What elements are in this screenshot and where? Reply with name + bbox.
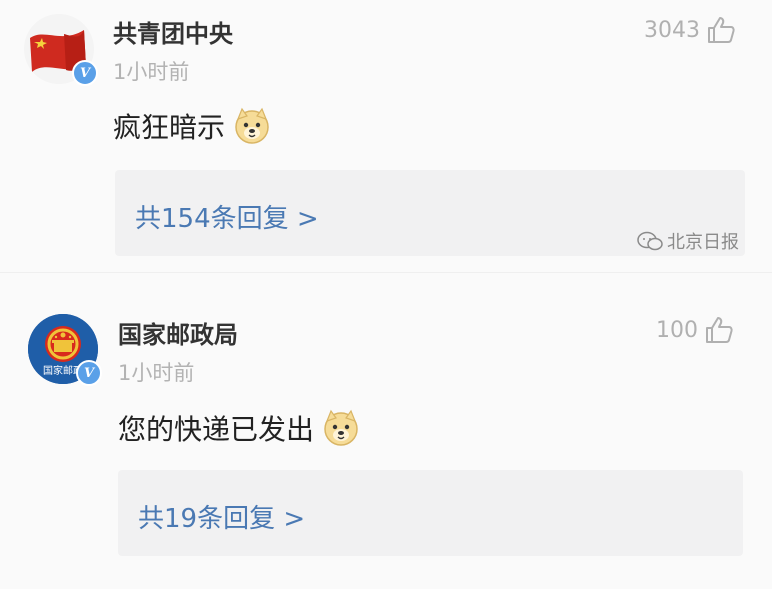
comment-text: 疯狂暗示 — [113, 106, 271, 146]
comment-time: 1小时前 — [118, 361, 195, 385]
replies-box[interactable]: 共19条回复 > — [118, 470, 743, 556]
comment-author[interactable]: 国家邮政局 — [118, 315, 238, 350]
watermark-text: 北京日报 — [667, 232, 739, 253]
avatar[interactable]: V — [24, 14, 98, 86]
avatar[interactable]: 国家邮政 V — [28, 314, 102, 386]
comment-item: V 共青团中央 1小时前 3043 疯狂暗示 共154条回复 > 北京日报 — [0, 0, 772, 272]
like-button[interactable]: 3043 — [644, 16, 736, 44]
comment-author[interactable]: 共青团中央 — [113, 14, 233, 49]
replies-box[interactable]: 共154条回复 > 北京日报 — [115, 170, 745, 256]
comment-text: 您的快递已发出 — [118, 408, 360, 448]
verified-badge-icon: V — [72, 60, 98, 86]
like-button[interactable]: 100 — [656, 316, 734, 344]
comment-text-content: 疯狂暗示 — [113, 111, 226, 144]
doge-emoji-icon — [235, 107, 269, 144]
watermark: 北京日报 — [637, 228, 739, 254]
comment-time: 1小时前 — [113, 60, 190, 84]
doge-emoji-icon — [324, 409, 358, 446]
thumbs-up-icon — [708, 17, 735, 43]
like-count: 100 — [656, 317, 698, 343]
wechat-icon — [637, 231, 663, 251]
like-count: 3043 — [644, 17, 700, 43]
view-replies-link[interactable]: 共19条回复 > — [138, 498, 305, 535]
verified-badge-icon: V — [76, 360, 102, 386]
view-replies-link[interactable]: 共154条回复 > — [135, 198, 319, 235]
comment-text-content: 您的快递已发出 — [118, 413, 315, 446]
thumbs-up-icon — [706, 317, 733, 343]
